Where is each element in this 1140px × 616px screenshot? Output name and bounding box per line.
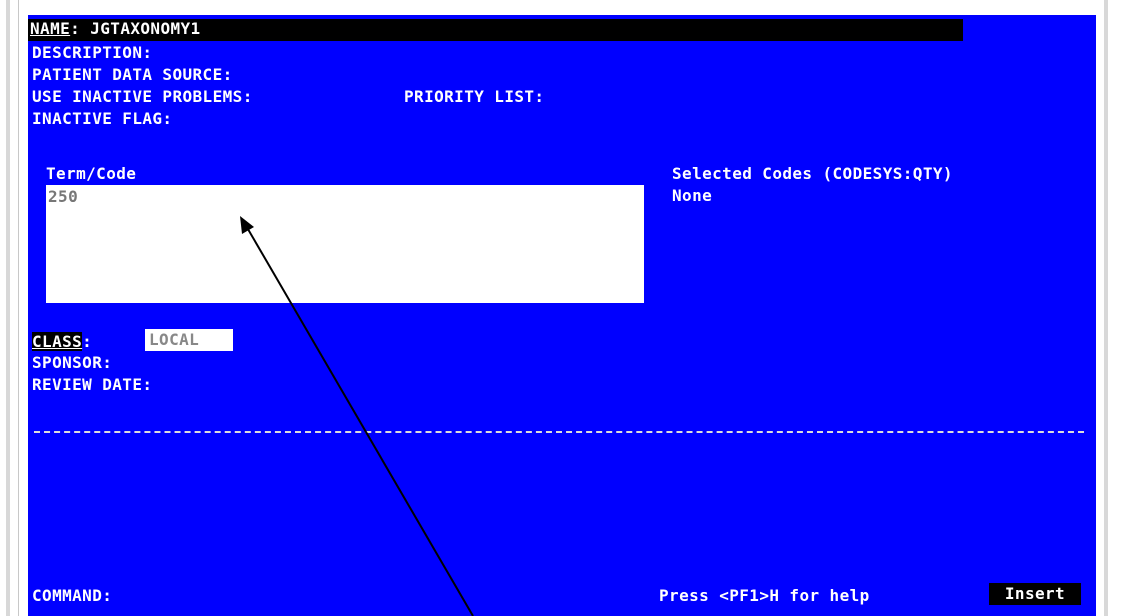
- name-field[interactable]: NAME: JGTAXONOMY1: [28, 19, 963, 41]
- command-prompt[interactable]: COMMAND:: [32, 587, 112, 605]
- review-date-label: REVIEW DATE:: [32, 375, 153, 394]
- insert-mode-badge: Insert: [989, 583, 1081, 605]
- priority-list-label: PRIORITY LIST:: [404, 87, 545, 106]
- name-value: JGTAXONOMY1: [90, 19, 201, 38]
- name-label: NAME: [30, 19, 71, 38]
- term-code-value: 250: [48, 187, 79, 206]
- selected-codes-value: None: [672, 186, 713, 205]
- description-label: DESCRIPTION:: [32, 43, 153, 62]
- window-right-frame: [1098, 0, 1140, 616]
- class-line: CLASS:: [32, 332, 92, 351]
- term-code-input[interactable]: 250: [46, 185, 644, 303]
- window-left-frame: [0, 0, 19, 616]
- help-hint: Press <PF1>H for help: [659, 586, 870, 605]
- class-separator: :: [82, 332, 93, 351]
- sponsor-label: SPONSOR:: [32, 353, 113, 372]
- separator-line: [34, 431, 1084, 433]
- class-label: CLASS: [32, 332, 83, 351]
- use-inactive-problems-label: USE INACTIVE PROBLEMS:: [32, 87, 253, 106]
- selected-codes-label: Selected Codes (CODESYS:QTY): [672, 164, 953, 183]
- class-input[interactable]: LOCAL: [145, 329, 233, 351]
- name-line: NAME: JGTAXONOMY1: [30, 20, 201, 38]
- terminal-screen: NAME: JGTAXONOMY1 DESCRIPTION: PATIENT D…: [28, 15, 1096, 616]
- inactive-flag-label: INACTIVE FLAG:: [32, 109, 173, 128]
- patient-data-source-label: PATIENT DATA SOURCE:: [32, 65, 233, 84]
- term-code-label: Term/Code: [46, 164, 137, 183]
- name-separator: :: [70, 19, 91, 38]
